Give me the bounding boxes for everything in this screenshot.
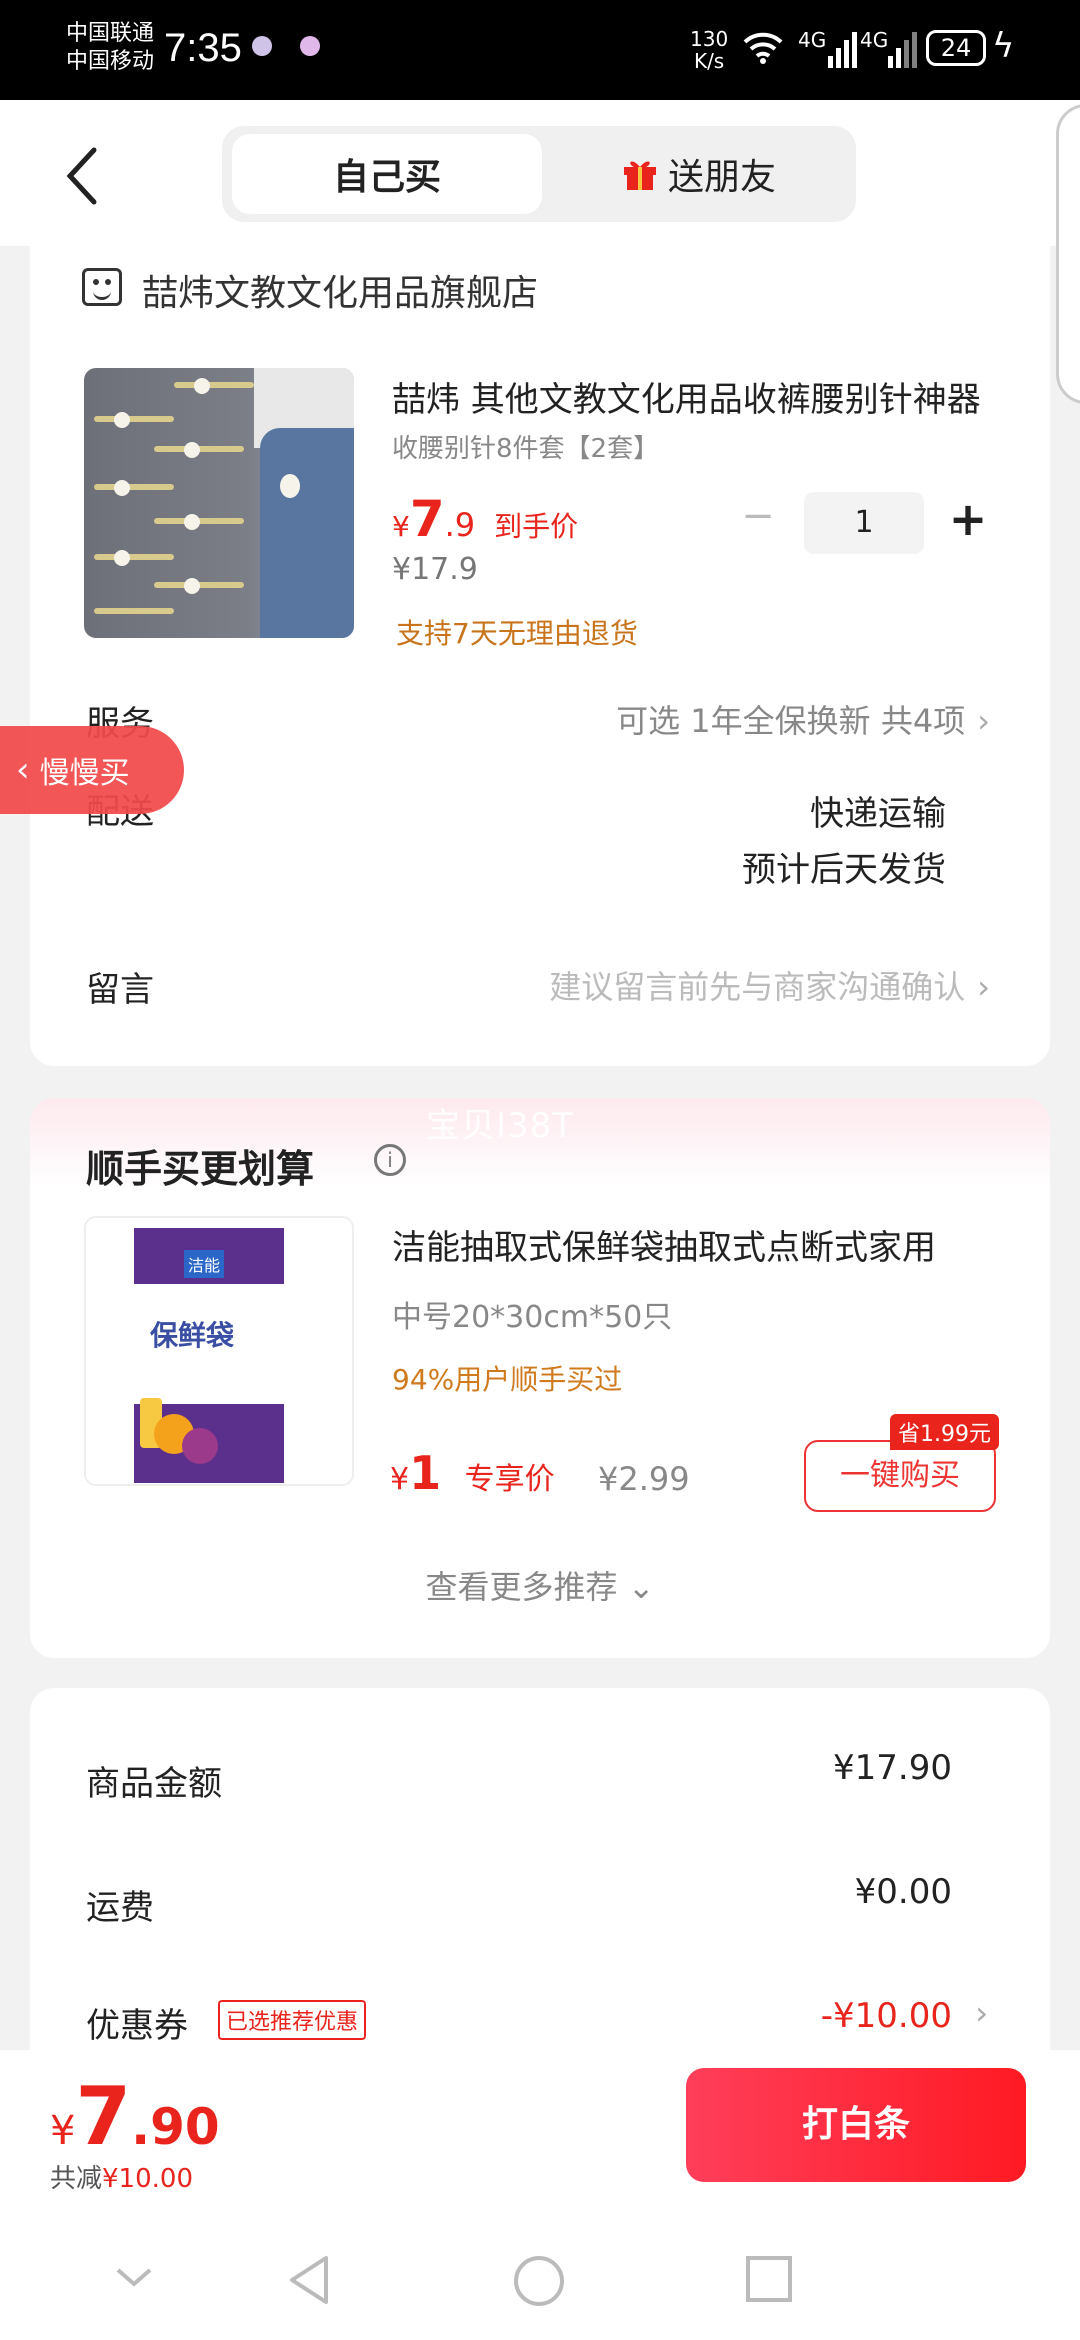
nav-recents-icon[interactable] xyxy=(744,2254,794,2304)
purchase-mode-switch: 自己买 送朋友 xyxy=(222,126,856,222)
quantity-decrease-button[interactable]: − xyxy=(740,496,776,536)
price-label: 到手价 xyxy=(494,510,579,543)
charging-icon: ϟ xyxy=(992,26,1015,66)
recommend-item-title[interactable]: 洁能抽取式保鲜袋抽取式点断式家用 xyxy=(392,1220,992,1269)
message-input[interactable]: 建议留言前先与商家沟通确认 › xyxy=(549,962,990,1008)
store-name[interactable]: 喆炜文教文化用品旗舰店 xyxy=(142,264,538,316)
chevron-right-icon: › xyxy=(977,702,990,740)
signal-icon xyxy=(828,30,857,68)
service-value: 可选 1年全保换新 共4项 xyxy=(616,702,966,740)
carrier-info: 中国联通 中国移动 xyxy=(66,20,154,76)
carrier-2: 中国移动 xyxy=(66,49,155,74)
recommend-item-spec: 中号20*30cm*50只 xyxy=(392,1300,673,1335)
price-integer: 7 xyxy=(409,490,445,548)
wifi-icon xyxy=(743,32,783,64)
price-decimal: .9 xyxy=(444,506,476,544)
save-badge: 省1.99元 xyxy=(890,1414,999,1450)
speed-unit: K/s xyxy=(693,49,725,73)
gift-icon xyxy=(623,161,656,190)
watermark: 宝贝I38T xyxy=(426,1106,575,1146)
more-recommendations-link[interactable]: 查看更多推荐 ⌄ xyxy=(0,1562,1080,1608)
total-discount: 共减¥10.00 xyxy=(50,2158,193,2195)
back-icon[interactable] xyxy=(58,144,108,208)
one-click-buy-button[interactable]: 一键购买 xyxy=(804,1440,996,1512)
tab-buy-for-self-label: 自己买 xyxy=(332,157,441,198)
total-integer: 7 xyxy=(75,2070,132,2163)
product-sku[interactable]: 收腰别针8件套【2套】 xyxy=(392,428,659,465)
shipping-value: ¥0.00 xyxy=(854,1872,952,1912)
pay-button[interactable]: 打白条 xyxy=(686,2068,1026,2182)
return-policy: 支持7天无理由退货 xyxy=(396,617,638,650)
coupon-recommended-tag: 已选推荐优惠 xyxy=(218,2000,367,2040)
slow-buy-label: 慢慢买 xyxy=(39,756,130,791)
goods-amount-value: ¥17.90 xyxy=(833,1748,952,1788)
total-decimal: .90 xyxy=(131,2098,220,2156)
info-icon[interactable]: i xyxy=(374,1144,406,1176)
tab-buy-for-self[interactable]: 自己买 xyxy=(232,134,542,214)
price-currency: ¥ xyxy=(390,1462,410,1497)
battery-indicator: 24 xyxy=(926,30,986,66)
chevron-right-icon: › xyxy=(977,968,990,1006)
delivery-method: 快递运输 xyxy=(810,794,946,834)
price-currency: ¥ xyxy=(392,510,410,543)
total-price: ¥7.90 xyxy=(50,2070,220,2163)
delivery-eta: 预计后天发货 xyxy=(742,850,946,890)
coupon-label: 优惠券 xyxy=(86,2006,188,2046)
message-label: 留言 xyxy=(86,970,154,1010)
quantity-field[interactable]: 1 xyxy=(804,492,924,554)
tab-send-to-friend-label: 送朋友 xyxy=(667,157,776,198)
message-placeholder: 建议留言前先与商家沟通确认 xyxy=(549,968,966,1006)
recommend-product-image[interactable]: 洁能 保鲜袋 xyxy=(84,1216,354,1486)
product-image[interactable] xyxy=(84,368,354,638)
coupon-value[interactable]: -¥10.00 xyxy=(821,1996,952,2036)
header-bar: 自己买 送朋友 xyxy=(0,100,1080,246)
chevron-right-icon[interactable]: › xyxy=(975,1994,988,2032)
price-label: 专享价 xyxy=(464,1462,555,1497)
goods-amount-label: 商品金额 xyxy=(86,1764,222,1804)
chevron-left-icon: ‹ xyxy=(16,750,30,790)
side-panel-handle[interactable] xyxy=(1056,104,1080,404)
shipping-label: 运费 xyxy=(86,1888,154,1928)
saved-label: 共减 xyxy=(50,2164,103,2194)
notification-icon xyxy=(300,36,320,56)
network-speed: 130 K/s xyxy=(690,28,728,72)
recommend-item-stat: 94%用户顺手买过 xyxy=(392,1363,623,1396)
price-value: 1 xyxy=(409,1446,442,1500)
status-bar: 中国联通 中国移动 7:35 130 K/s 4G 4G 24 ϟ xyxy=(0,0,1080,100)
signal-icon xyxy=(888,30,917,68)
recommend-item-price: ¥1 专享价 xyxy=(390,1446,555,1500)
network-type-1: 4G xyxy=(798,28,827,52)
notification-icon xyxy=(252,36,272,56)
original-price: ¥17.9 xyxy=(392,552,478,587)
network-type-2: 4G xyxy=(860,28,889,52)
service-option[interactable]: 可选 1年全保换新 共4项 › xyxy=(616,696,990,742)
total-currency: ¥ xyxy=(50,2108,76,2154)
recommend-title: 顺手买更划算 xyxy=(86,1147,315,1191)
chevron-down-icon: ⌄ xyxy=(627,1568,655,1606)
nav-back-icon[interactable] xyxy=(286,2254,334,2306)
tab-send-to-friend[interactable]: 送朋友 xyxy=(552,134,846,214)
speed-value: 130 xyxy=(690,27,729,51)
carrier-1: 中国联通 xyxy=(66,21,155,46)
slow-buy-button[interactable]: ‹ 慢慢买 xyxy=(0,726,184,814)
nav-down-icon[interactable] xyxy=(112,2254,156,2298)
product-title[interactable]: 喆炜 其他文教文化用品收裤腰别针神器 xyxy=(392,372,992,421)
product-price: ¥7.9 到手价 xyxy=(392,490,578,548)
recommend-original-price: ¥2.99 xyxy=(598,1460,690,1498)
more-label: 查看更多推荐 xyxy=(425,1568,618,1606)
quantity-increase-button[interactable]: + xyxy=(948,494,988,544)
store-icon xyxy=(82,268,122,306)
brand-logo: 洁能 xyxy=(184,1250,225,1278)
saved-value: ¥10.00 xyxy=(102,2164,193,2194)
nav-home-icon[interactable] xyxy=(512,2254,566,2308)
status-time: 7:35 xyxy=(164,26,242,70)
